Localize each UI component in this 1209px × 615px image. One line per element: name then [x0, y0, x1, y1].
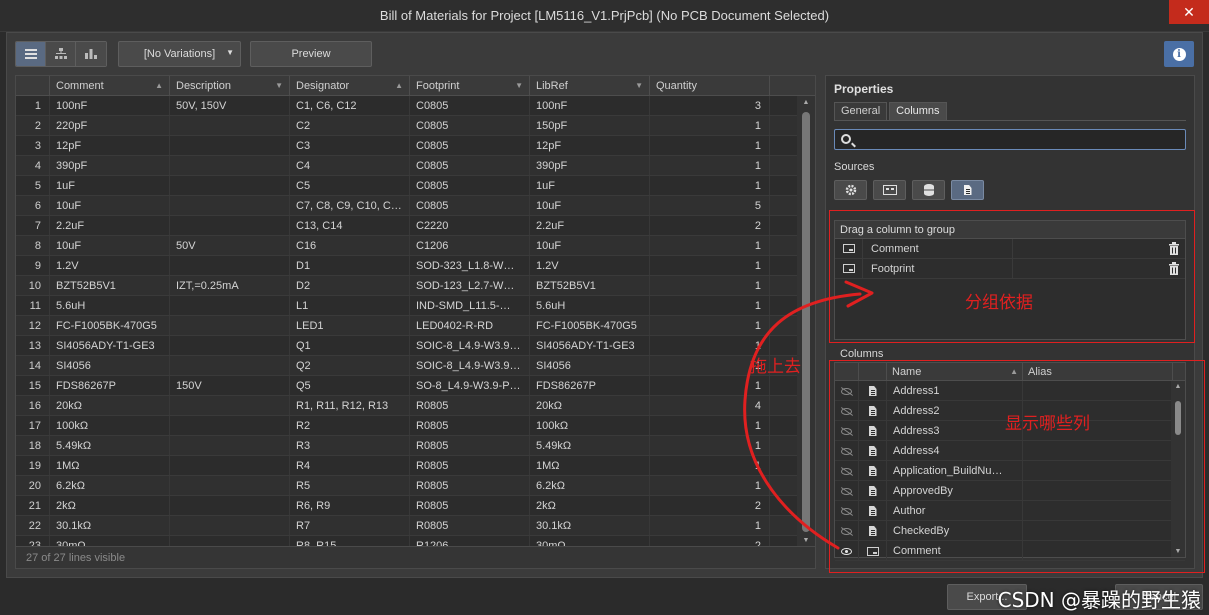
- watermark: CSDN @暴躁的野生猿: [997, 588, 1201, 612]
- drag-arrow-annotation: [743, 280, 874, 550]
